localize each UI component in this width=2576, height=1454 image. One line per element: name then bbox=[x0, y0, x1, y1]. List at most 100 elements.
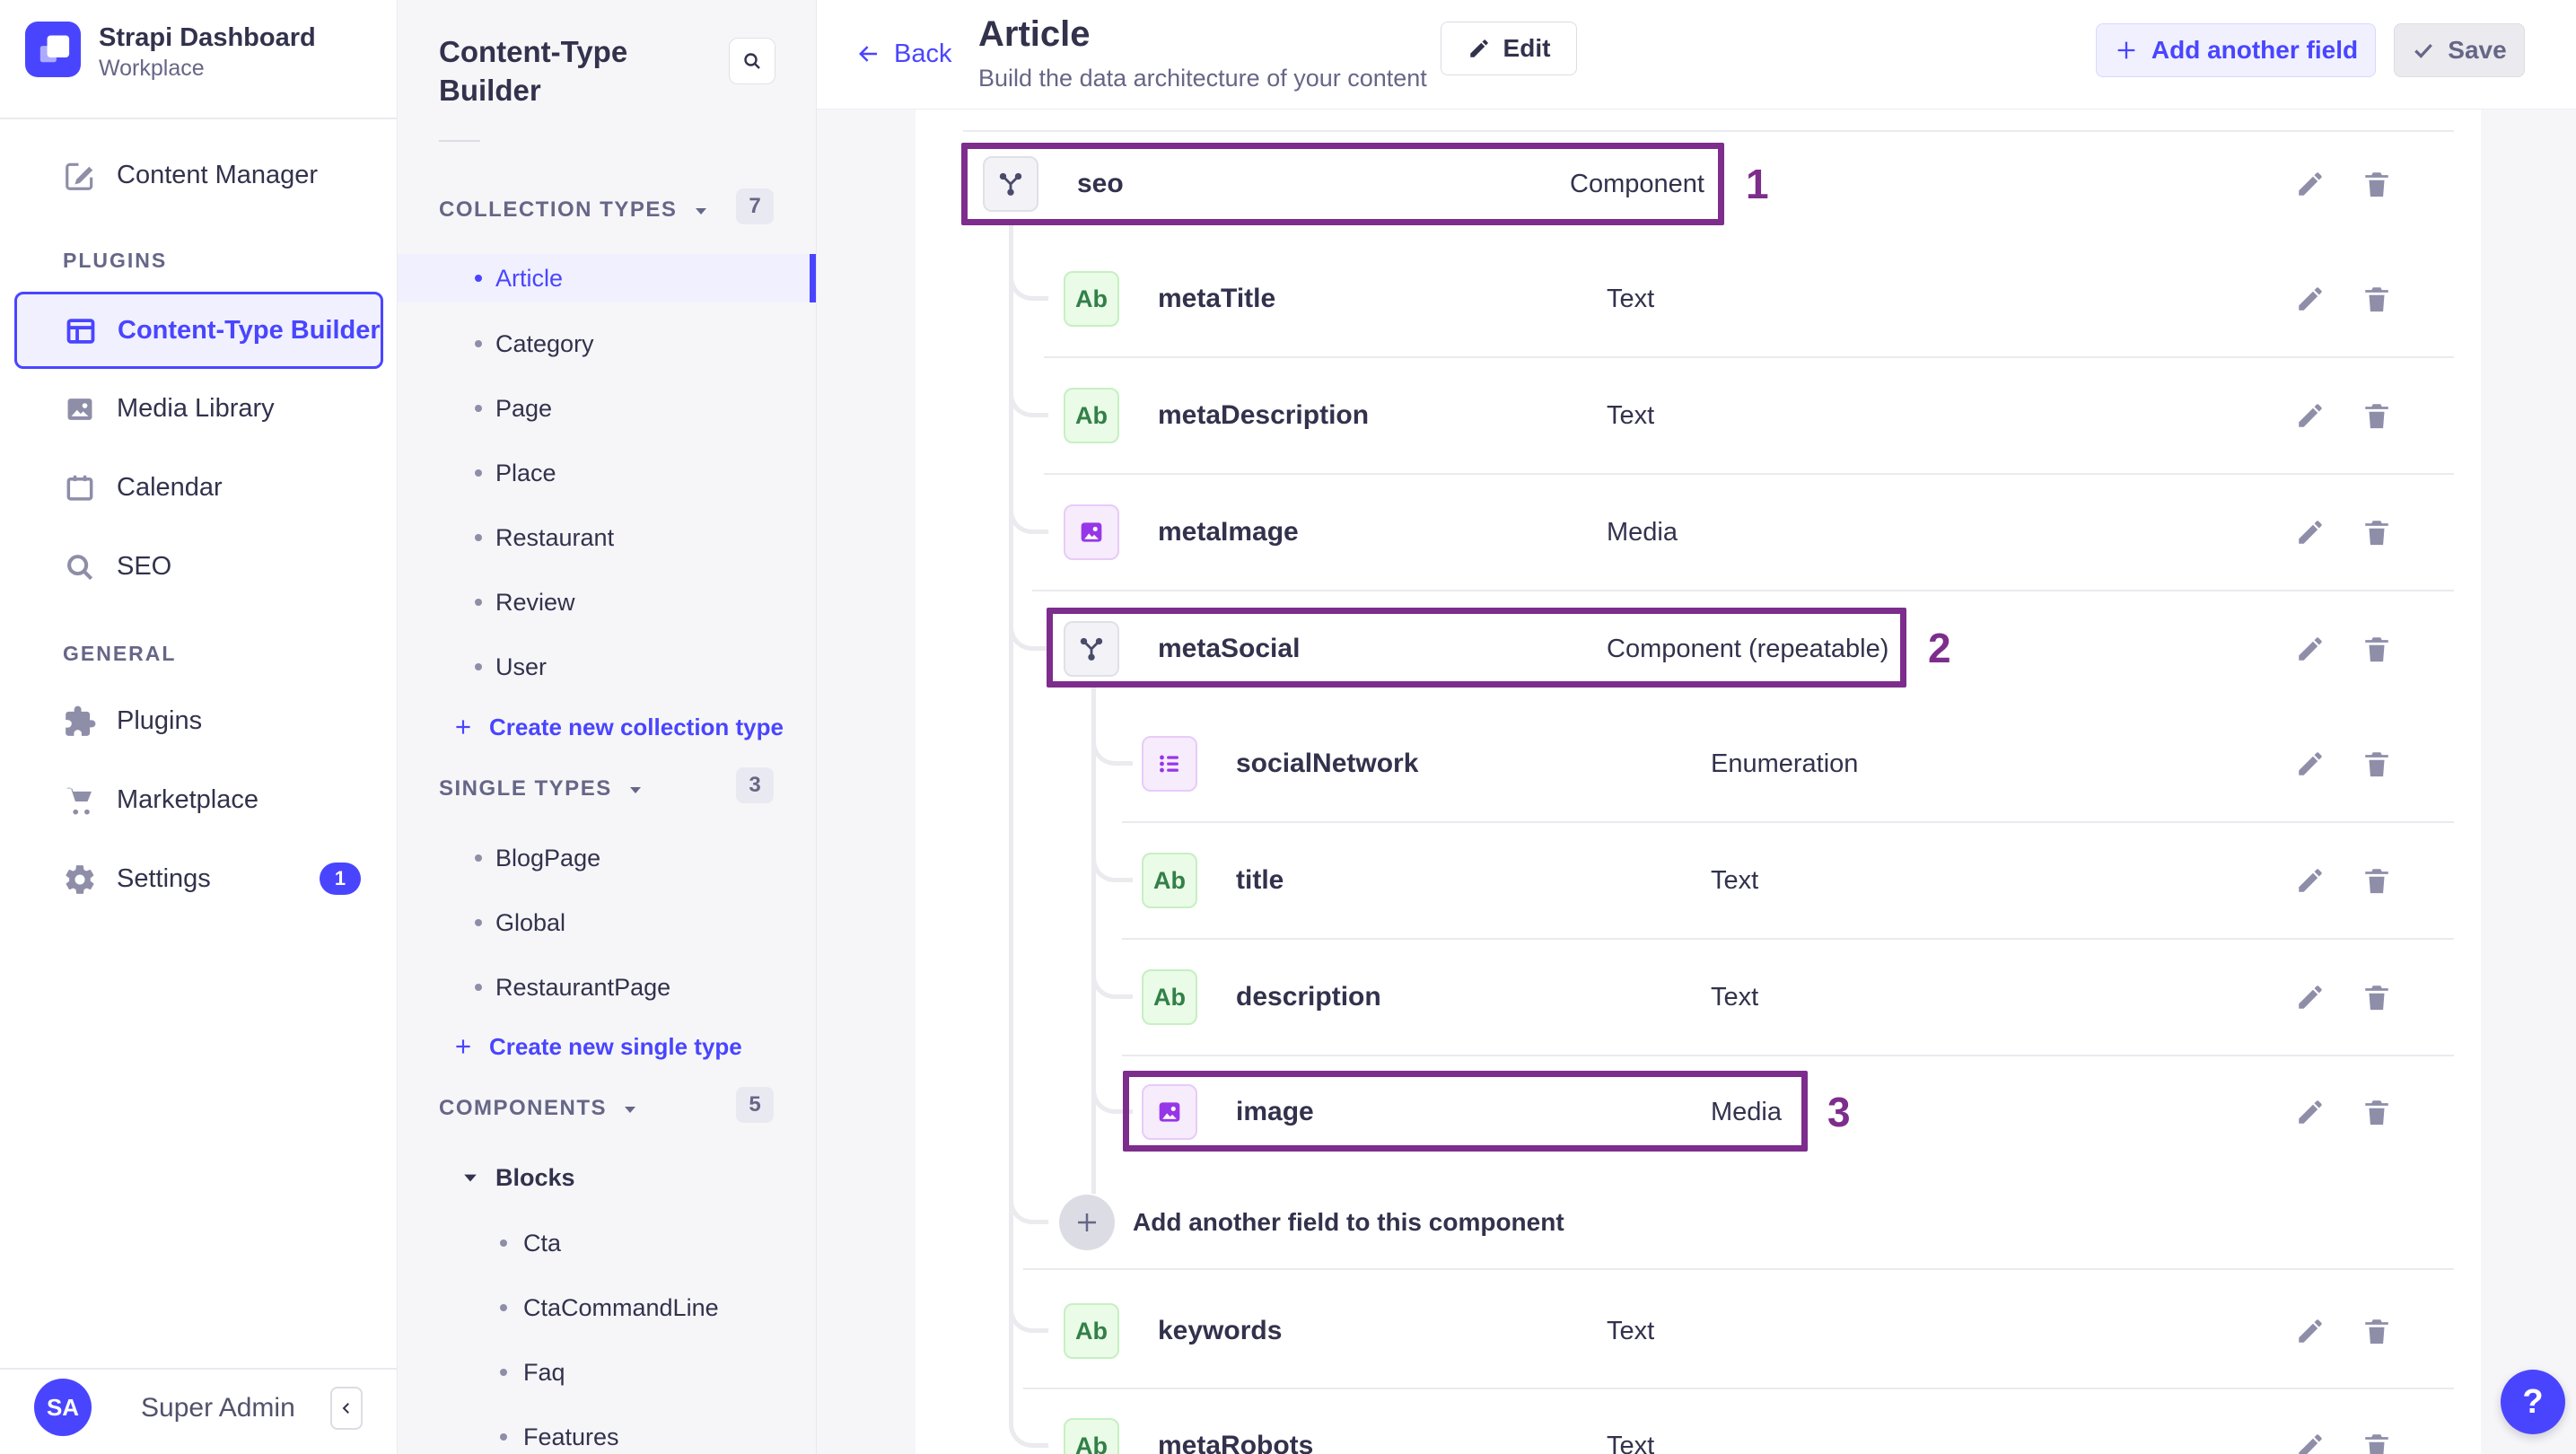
edit-button[interactable]: Edit bbox=[1441, 22, 1577, 75]
subnav-item-place[interactable]: Place bbox=[398, 449, 816, 497]
subnav-item-article-active[interactable]: Article bbox=[398, 254, 816, 302]
components-header[interactable]: COMPONENTS bbox=[439, 1096, 637, 1121]
calendar-label: Calendar bbox=[117, 473, 223, 502]
sidebar-item-content-manager[interactable]: Content Manager bbox=[0, 148, 398, 202]
row-divider bbox=[1122, 938, 2454, 940]
edit-button-label: Edit bbox=[1503, 34, 1551, 62]
delete-field-button[interactable] bbox=[2357, 512, 2396, 552]
delete-field-button[interactable] bbox=[2357, 977, 2396, 1017]
sidebar-item-seo[interactable]: SEO bbox=[0, 539, 398, 593]
field-type: Enumeration bbox=[1711, 749, 1859, 778]
main-sidebar: Strapi Dashboard Workplace Content Manag… bbox=[0, 0, 398, 1454]
edit-field-button[interactable] bbox=[2291, 744, 2330, 784]
edit-field-button[interactable] bbox=[2291, 629, 2330, 669]
edit-field-button[interactable] bbox=[2291, 1426, 2330, 1454]
subnav-title: Content-Type Builder bbox=[439, 35, 628, 107]
edit-field-button[interactable] bbox=[2291, 1092, 2330, 1132]
delete-field-button[interactable] bbox=[2357, 1092, 2396, 1132]
subnav-item-blogpage[interactable]: BlogPage bbox=[398, 834, 816, 882]
subnav-item-restaurant[interactable]: Restaurant bbox=[398, 513, 816, 562]
row-divider bbox=[963, 130, 2454, 132]
add-field-to-component-label[interactable]: Add another field to this component bbox=[1133, 1195, 1564, 1250]
strapi-logo-glyph bbox=[39, 35, 70, 63]
pencil-icon bbox=[2299, 404, 2322, 427]
annotation-box-2 bbox=[1047, 608, 1906, 688]
ab-glyph: Ab bbox=[1075, 401, 1108, 429]
subnav-item-user[interactable]: User bbox=[398, 643, 816, 691]
edit-field-button[interactable] bbox=[2291, 279, 2330, 319]
field-type: Media bbox=[1607, 518, 1678, 547]
sidebar-item-calendar[interactable]: Calendar bbox=[0, 460, 398, 514]
subnav-item-label: Cta bbox=[523, 1230, 562, 1257]
pencil-icon bbox=[2299, 637, 2322, 661]
subnav-item-category[interactable]: Category bbox=[398, 320, 816, 368]
delete-field-button[interactable] bbox=[2357, 164, 2396, 204]
help-button[interactable]: ? bbox=[2501, 1370, 2565, 1434]
page-header: Back Article Build the data architecture… bbox=[817, 0, 2576, 109]
single-types-header[interactable]: SINGLE TYPES bbox=[439, 776, 643, 801]
subnav-item-features[interactable]: Features bbox=[398, 1413, 816, 1454]
delete-field-button[interactable] bbox=[2357, 1311, 2396, 1351]
subnav-item-restaurantpage[interactable]: RestaurantPage bbox=[398, 963, 816, 1012]
sidebar-item-content-type-builder[interactable]: Content-Type Builder bbox=[14, 292, 383, 369]
pencil-icon bbox=[2299, 752, 2322, 775]
sidebar-item-settings[interactable]: Settings 1 bbox=[0, 852, 398, 906]
edit-field-button[interactable] bbox=[2291, 861, 2330, 900]
ab-glyph: Ab bbox=[1075, 1317, 1108, 1345]
components-title: COMPONENTS bbox=[439, 1096, 608, 1120]
avatar[interactable]: SA bbox=[34, 1379, 92, 1436]
subnav-item-page[interactable]: Page bbox=[398, 384, 816, 433]
bullet-icon bbox=[475, 340, 482, 347]
subnav-item-cta[interactable]: Cta bbox=[398, 1219, 816, 1267]
ab-glyph: Ab bbox=[1153, 983, 1186, 1011]
pencil-icon bbox=[2299, 287, 2322, 311]
delete-field-button[interactable] bbox=[2357, 629, 2396, 669]
back-link[interactable]: Back bbox=[854, 27, 951, 81]
strapi-logo bbox=[25, 22, 81, 77]
sidebar-item-plugins[interactable]: Plugins bbox=[0, 694, 398, 748]
create-collection-type-link[interactable]: Create new collection type bbox=[451, 709, 784, 745]
edit-field-button[interactable] bbox=[2291, 164, 2330, 204]
subnav-item-faq[interactable]: Faq bbox=[398, 1348, 816, 1397]
edit-field-button[interactable] bbox=[2291, 977, 2330, 1017]
bullet-icon bbox=[475, 534, 482, 541]
delete-field-button[interactable] bbox=[2357, 744, 2396, 784]
add-field-to-component-button[interactable] bbox=[1059, 1195, 1115, 1250]
sidebar-item-media-library[interactable]: Media Library bbox=[0, 381, 398, 435]
subnav-item-review[interactable]: Review bbox=[398, 578, 816, 626]
delete-field-button[interactable] bbox=[2357, 1426, 2396, 1454]
subnav-item-ctacommandline[interactable]: CtaCommandLine bbox=[398, 1283, 816, 1332]
row-divider bbox=[1122, 821, 2454, 823]
field-name: metaRobots bbox=[1158, 1431, 1314, 1454]
create-single-type-link[interactable]: Create new single type bbox=[451, 1029, 742, 1064]
media-library-label: Media Library bbox=[117, 394, 275, 423]
bullet-icon bbox=[475, 663, 482, 670]
edit-field-button[interactable] bbox=[2291, 512, 2330, 552]
collection-types-header[interactable]: COLLECTION TYPES bbox=[439, 197, 708, 223]
sidebar-item-marketplace[interactable]: Marketplace bbox=[0, 773, 398, 827]
pencil-icon bbox=[2299, 1100, 2322, 1124]
trash-icon bbox=[2365, 1100, 2388, 1126]
edit-field-button[interactable] bbox=[2291, 396, 2330, 435]
subnav-item-label: Faq bbox=[523, 1359, 565, 1386]
content-type-builder-subnav: Content-Type Builder COLLECTION TYPES 7 … bbox=[398, 0, 817, 1454]
subnav-item-global[interactable]: Global bbox=[398, 898, 816, 947]
annotation-label-1: 1 bbox=[1746, 161, 1769, 207]
trash-icon bbox=[2365, 287, 2388, 312]
arrow-left-icon bbox=[859, 46, 877, 62]
bullet-icon bbox=[475, 919, 482, 926]
subnav-item-label: Category bbox=[495, 330, 594, 357]
add-another-field-button[interactable]: Add another field bbox=[2096, 23, 2376, 77]
field-name: metaImage bbox=[1158, 517, 1299, 547]
text-field-icon: Ab bbox=[1142, 853, 1197, 908]
edit-field-button[interactable] bbox=[2291, 1311, 2330, 1351]
collapse-sidebar-button[interactable] bbox=[330, 1387, 363, 1430]
delete-field-button[interactable] bbox=[2357, 279, 2396, 319]
subnav-search-button[interactable] bbox=[729, 38, 775, 84]
ab-glyph: Ab bbox=[1075, 1432, 1108, 1454]
subnav-group-blocks[interactable]: Blocks bbox=[398, 1153, 816, 1202]
delete-field-button[interactable] bbox=[2357, 861, 2396, 900]
field-name: socialNetwork bbox=[1236, 749, 1419, 778]
save-button[interactable]: Save bbox=[2394, 23, 2525, 77]
delete-field-button[interactable] bbox=[2357, 396, 2396, 435]
